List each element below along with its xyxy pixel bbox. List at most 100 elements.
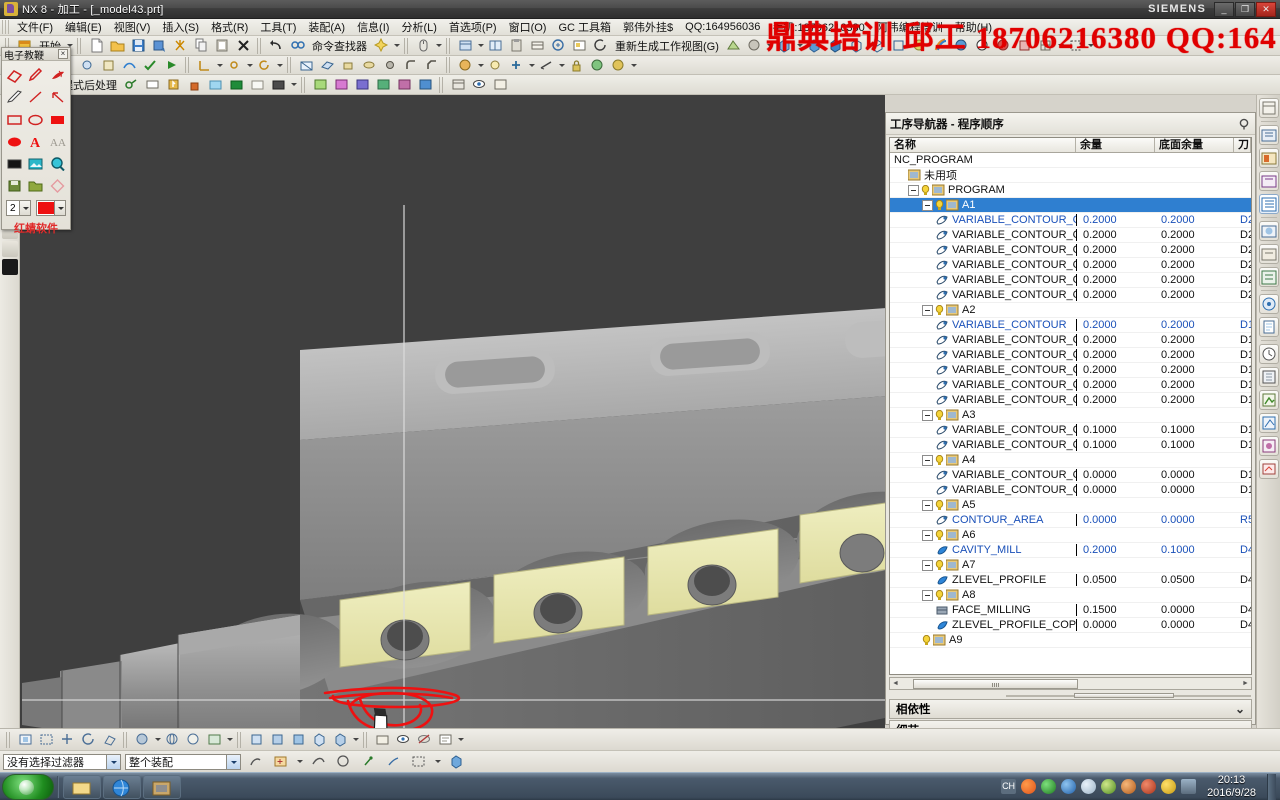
revolve-icon[interactable] <box>360 57 379 74</box>
open-file-icon[interactable] <box>108 37 127 54</box>
tree-expander-icon[interactable] <box>922 589 933 601</box>
view-right-icon[interactable] <box>289 731 308 748</box>
table-row[interactable]: VARIABLE_CONTOUR_COPY...0.10000.1000D10 <box>890 423 1251 438</box>
pencil-icon[interactable] <box>4 86 25 108</box>
swatch-dropdown[interactable] <box>289 76 298 93</box>
lightbulb-icon[interactable] <box>922 634 931 646</box>
menu-item-7[interactable]: 信息(I) <box>351 19 395 35</box>
viewbar-grip-4[interactable] <box>363 731 369 748</box>
history-palette-icon[interactable] <box>1258 244 1279 264</box>
table-row[interactable]: VARIABLE_CONTOUR_COPY...0.20000.2000D26R… <box>890 228 1251 243</box>
rectangle-outline-icon[interactable] <box>4 108 25 130</box>
lightbulb-icon[interactable] <box>935 529 944 541</box>
save-icon[interactable] <box>129 37 148 54</box>
line-icon[interactable] <box>25 86 46 108</box>
line-width-chevron-down-icon[interactable] <box>19 201 30 215</box>
menu-item-12[interactable]: 郭伟外挂$ <box>617 19 679 35</box>
layer-cat2-icon[interactable] <box>374 76 393 93</box>
tree-expander-icon[interactable] <box>922 559 933 571</box>
wcs-icon[interactable] <box>195 57 214 74</box>
column-header-stock[interactable]: 余量 <box>1076 138 1155 152</box>
table-row[interactable]: VARIABLE_CONTOUR_COPY_50.20000.2000D10 <box>890 393 1251 408</box>
clock-history-icon[interactable] <box>1258 344 1279 364</box>
document-palette-icon[interactable] <box>1258 317 1279 337</box>
rect-select-icon[interactable] <box>409 753 428 770</box>
generate-toolpath-icon[interactable] <box>120 57 139 74</box>
table-row[interactable]: A4 <box>890 453 1251 468</box>
update-icon[interactable] <box>1161 779 1177 794</box>
qq-user-icon[interactable] <box>1121 779 1137 794</box>
column-header-tool[interactable]: 刀具 <box>1234 138 1251 152</box>
pan-icon[interactable] <box>58 731 77 748</box>
taskbar-clock[interactable]: 20:13 2016/9/28 <box>1201 774 1262 800</box>
column-header-floor-stock[interactable]: 底面余量 <box>1155 138 1234 152</box>
tree-body[interactable]: NC_PROGRAM 未用项 PROGRAM A1 VARIABLE_CONTOUR_C… <box>890 153 1251 659</box>
table-row[interactable]: VARIABLE_CONTOUR_COPY_10.20000.2000D10 <box>890 333 1251 348</box>
toolbar2-grip-4[interactable] <box>446 57 452 73</box>
rectangle-filled-icon[interactable] <box>47 108 68 130</box>
wcs-origin-dropdown[interactable] <box>245 57 254 74</box>
view-iso2-icon[interactable] <box>310 731 329 748</box>
reuse-library-icon[interactable] <box>1258 148 1279 168</box>
mouse-icon[interactable] <box>414 37 433 54</box>
scroll-left-arrow[interactable]: ◄ <box>890 678 901 689</box>
zoom-all-icon[interactable] <box>549 37 568 54</box>
menu-item-2[interactable]: 视图(V) <box>108 19 157 35</box>
table-row[interactable]: 未用项 <box>890 168 1251 183</box>
menu-item-6[interactable]: 装配(A) <box>302 19 351 35</box>
assembly-nav-icon[interactable] <box>449 76 468 93</box>
add-point-icon[interactable] <box>507 57 526 74</box>
epalette-titlebar[interactable]: 电子教鞭 × <box>2 48 70 62</box>
sparkle-icon[interactable] <box>372 37 391 54</box>
deselect-icon[interactable] <box>246 753 265 770</box>
shade-render-icon[interactable] <box>456 57 475 74</box>
table-row[interactable]: VARIABLE_CONTOUR_COPY...0.20000.2000D26R… <box>890 273 1251 288</box>
table-row[interactable]: VARIABLE_CONTOUR_COPY...0.00000.0000D10 <box>890 468 1251 483</box>
toolbar2-grip-3[interactable] <box>287 57 293 73</box>
swatch-green-icon[interactable] <box>227 76 246 93</box>
viewbar-grip-3[interactable] <box>237 731 243 748</box>
hole-icon[interactable] <box>381 57 400 74</box>
system-visual-icon[interactable] <box>1258 459 1279 479</box>
menu-item-1[interactable]: 编辑(E) <box>59 19 108 35</box>
table-row[interactable]: A2 <box>890 303 1251 318</box>
text-icon[interactable]: A <box>25 130 46 152</box>
solid-body-icon[interactable] <box>447 753 466 770</box>
regenerate-work-view-label[interactable]: 重新生成工作视图(G) <box>611 38 723 54</box>
layer-visible-icon[interactable] <box>332 76 351 93</box>
tree-horizontal-scrollbar[interactable]: ◄ ► <box>889 677 1252 690</box>
swatch-white-icon[interactable] <box>248 76 267 93</box>
toolbar-grip-2[interactable] <box>77 37 83 54</box>
table-row[interactable]: A7 <box>890 558 1251 573</box>
lightbulb-icon[interactable] <box>935 199 944 211</box>
highlight-icon[interactable] <box>609 57 628 74</box>
radio-wave-icon[interactable] <box>1258 294 1279 314</box>
web-browser-icon[interactable] <box>1258 221 1279 241</box>
lightbulb-icon[interactable] <box>935 499 944 511</box>
table-row[interactable]: CONTOUR_AREA 0.0000 0.0000 R5 <box>890 513 1251 528</box>
viewbar-grip[interactable] <box>6 731 12 748</box>
table-row[interactable]: VARIABLE_CONTOUR_COPY_40.20000.2000D10 <box>890 378 1251 393</box>
view-orient-dropdown[interactable] <box>351 731 360 748</box>
add-point-dropdown[interactable] <box>527 57 536 74</box>
rect-select-dropdown[interactable] <box>433 753 442 770</box>
table-row[interactable]: A8 <box>890 588 1251 603</box>
post-run-icon[interactable] <box>122 76 141 93</box>
taskbar-app-browser[interactable] <box>103 774 141 799</box>
table-row[interactable]: ZLEVEL_PROFILE_COPY0.00000.0000D4 <box>890 618 1251 633</box>
table-row[interactable]: VARIABLE_CONTOUR_COPY_30.20000.2000D10 <box>890 363 1251 378</box>
table-row[interactable]: CAVITY_MILL 0.2000 0.1000 D4 <box>890 543 1251 558</box>
menu-item-11[interactable]: GC 工具箱 <box>552 19 617 35</box>
view-front2-icon[interactable] <box>268 731 287 748</box>
selection-scope-chevron-down-icon[interactable] <box>226 754 240 769</box>
table-row[interactable]: VARIABLE_CONTOUR_COPY...0.20000.2000D26R… <box>890 258 1251 273</box>
arrow-right-icon[interactable] <box>1 241 18 257</box>
taskbar-app-explorer[interactable] <box>63 774 101 799</box>
tree-expander-icon[interactable] <box>908 184 919 196</box>
toolbar-grip-3[interactable] <box>257 37 263 54</box>
toolbar3-grip-2[interactable] <box>301 76 307 93</box>
reference-set-icon[interactable] <box>491 76 510 93</box>
info-dropdown[interactable] <box>456 731 465 748</box>
cut-icon[interactable] <box>171 37 190 54</box>
process-studio-icon[interactable] <box>1258 267 1279 287</box>
